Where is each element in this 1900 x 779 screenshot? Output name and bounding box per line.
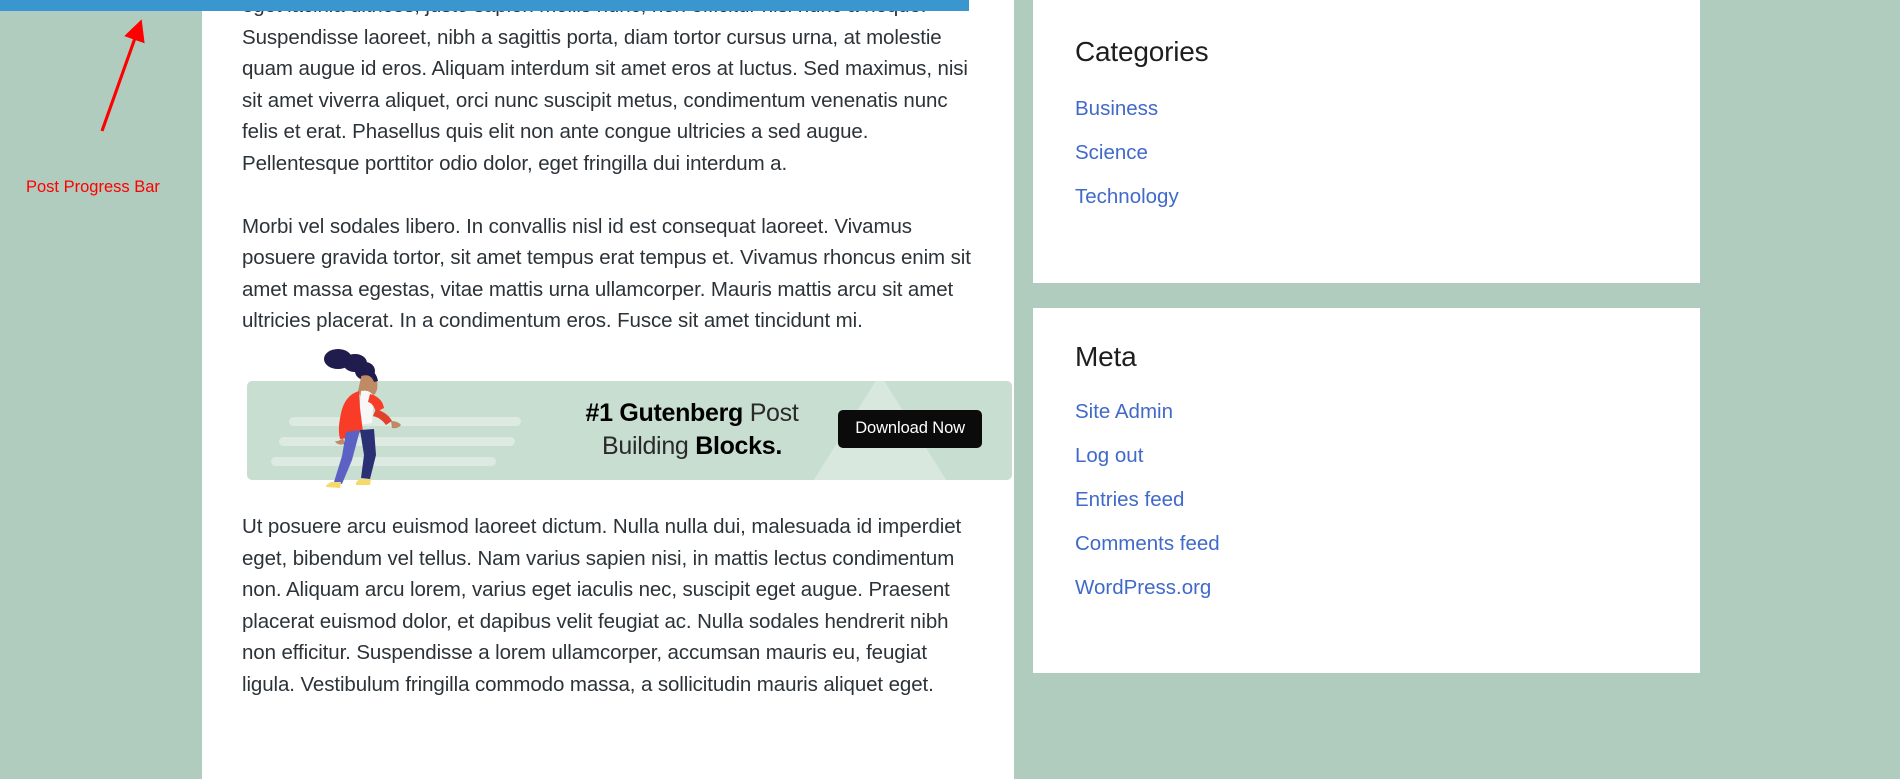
banner-headline-light-1: Post <box>749 398 799 427</box>
list-item: Technology <box>1075 180 1658 214</box>
post-paragraph-3: Ut posuere arcu euismod laoreet dictum. … <box>242 514 962 696</box>
banner-headline-bold-2: Blocks. <box>695 431 783 460</box>
widget-meta: Meta Site Admin Log out Entries feed Com… <box>1033 308 1700 673</box>
annotation-arrow-icon <box>100 19 145 132</box>
list-item: Site Admin <box>1075 395 1658 429</box>
list-item: Science <box>1075 136 1658 170</box>
sidebar-link-science[interactable]: Science <box>1075 141 1148 164</box>
banner-headline: #1 Gutenberg Post Building Blocks. <box>537 397 847 463</box>
annotation-label: Post Progress Bar <box>26 178 160 196</box>
sidebar-link-comments-feed[interactable]: Comments feed <box>1075 532 1220 555</box>
categories-list: Business Science Technology <box>1075 92 1658 214</box>
sidebar-link-wordpress-org[interactable]: WordPress.org <box>1075 576 1211 599</box>
list-item: Comments feed <box>1075 527 1658 561</box>
download-now-button[interactable]: Download Now <box>838 409 982 448</box>
post-progress-bar-fill <box>0 0 969 11</box>
post-paragraph-2: Morbi vel sodales libero. In convallis n… <box>242 214 971 333</box>
sidebar-link-site-admin[interactable]: Site Admin <box>1075 400 1173 423</box>
sidebar: Categories Business Science Technology M… <box>1033 0 1700 673</box>
widget-categories: Categories Business Science Technology <box>1033 0 1700 283</box>
banner-headline-bold-1: #1 Gutenberg <box>585 398 744 427</box>
sidebar-link-entries-feed[interactable]: Entries feed <box>1075 488 1184 511</box>
sidebar-link-technology[interactable]: Technology <box>1075 185 1179 208</box>
post-progress-bar-track <box>0 0 1900 11</box>
walking-person-illustration <box>324 348 401 488</box>
sidebar-link-business[interactable]: Business <box>1075 97 1158 120</box>
annotation-overlay: Post Progress Bar <box>0 0 200 230</box>
list-item: Log out <box>1075 439 1658 473</box>
banner-headline-light-2: Building <box>601 431 689 460</box>
post-paragraph-1: eget lacinia ultrices, justo sapien moll… <box>242 0 968 175</box>
list-item: Business <box>1075 92 1658 126</box>
promo-banner-wrapper: #1 Gutenberg Post Building Blocks. Downl… <box>242 348 1012 488</box>
list-item: WordPress.org <box>1075 571 1658 605</box>
list-item: Entries feed <box>1075 483 1658 517</box>
widget-meta-title: Meta <box>1075 341 1137 372</box>
sidebar-link-log-out[interactable]: Log out <box>1075 444 1143 467</box>
post-content-column: eget lacinia ultrices, justo sapien moll… <box>202 0 1014 779</box>
meta-list: Site Admin Log out Entries feed Comments… <box>1075 395 1658 605</box>
page-root: Post Progress Bar eget lacinia ultrices,… <box>0 0 1900 779</box>
